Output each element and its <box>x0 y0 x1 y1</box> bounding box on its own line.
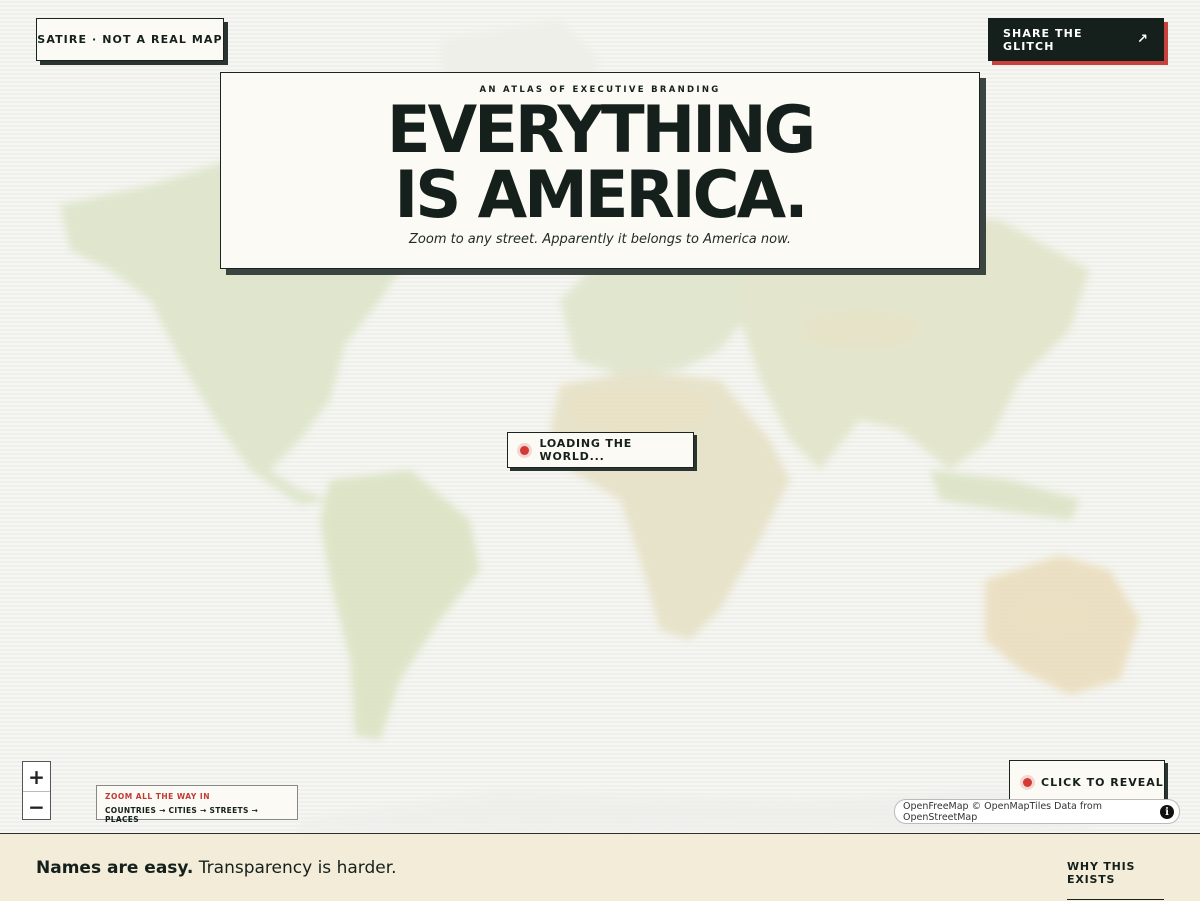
satire-badge-label: SATIRE · NOT A REAL MAP <box>37 33 223 46</box>
map-attribution: OpenFreeMap © OpenMapTiles Data from Ope… <box>894 799 1180 824</box>
arrow-up-right-icon: ↗ <box>1137 32 1149 47</box>
title-subhead: Zoom to any street. Apparently it belong… <box>409 232 791 247</box>
footer-tagline: Names are easy. Transparency is harder. <box>36 858 397 878</box>
headline-line-1: EVERYTHING <box>386 92 816 169</box>
share-button[interactable]: SHARE THE GLITCH ↗ <box>988 18 1164 61</box>
zoom-hint: ZOOM ALL THE WAY IN COUNTRIES → CITIES →… <box>96 785 298 824</box>
zoom-in-button[interactable]: + <box>23 762 50 791</box>
zoom-out-button[interactable]: − <box>23 791 50 821</box>
southeast-asia-islands <box>930 470 1080 520</box>
status-dot-icon <box>520 445 529 455</box>
reveal-button[interactable]: CLICK TO REVEAL <box>1009 760 1165 804</box>
south-america-landmass <box>320 470 480 740</box>
zoom-hint-steps: COUNTRIES → CITIES → STREETS → PLACES <box>105 806 259 824</box>
zoom-hint-title: ZOOM ALL THE WAY IN <box>105 792 210 801</box>
tagline-rest: Transparency is harder. <box>193 858 397 878</box>
title-card: AN ATLAS OF EXECUTIVE BRANDING EVERYTHIN… <box>220 72 980 269</box>
satire-badge: SATIRE · NOT A REAL MAP <box>36 18 224 61</box>
info-icon[interactable]: i <box>1160 805 1174 819</box>
tagline-bold: Names are easy. <box>36 858 194 878</box>
footer: Names are easy. Transparency is harder. … <box>0 833 1200 901</box>
headline-line-2: IS AMERICA. <box>394 157 808 234</box>
reveal-button-label: CLICK TO REVEAL <box>1041 775 1164 789</box>
zoom-control: + − <box>22 761 51 820</box>
loading-indicator: LOADING THE WORLD... <box>507 432 694 468</box>
loading-label: LOADING THE WORLD... <box>539 437 633 463</box>
attribution-text[interactable]: OpenFreeMap © OpenMapTiles Data from Ope… <box>903 801 1179 823</box>
page-title: EVERYTHING IS AMERICA. <box>221 98 979 229</box>
share-button-label: SHARE THE GLITCH <box>1003 26 1083 53</box>
why-this-exists-link[interactable]: WHY THIS EXISTS <box>1067 860 1164 900</box>
status-dot-icon <box>1023 777 1032 787</box>
